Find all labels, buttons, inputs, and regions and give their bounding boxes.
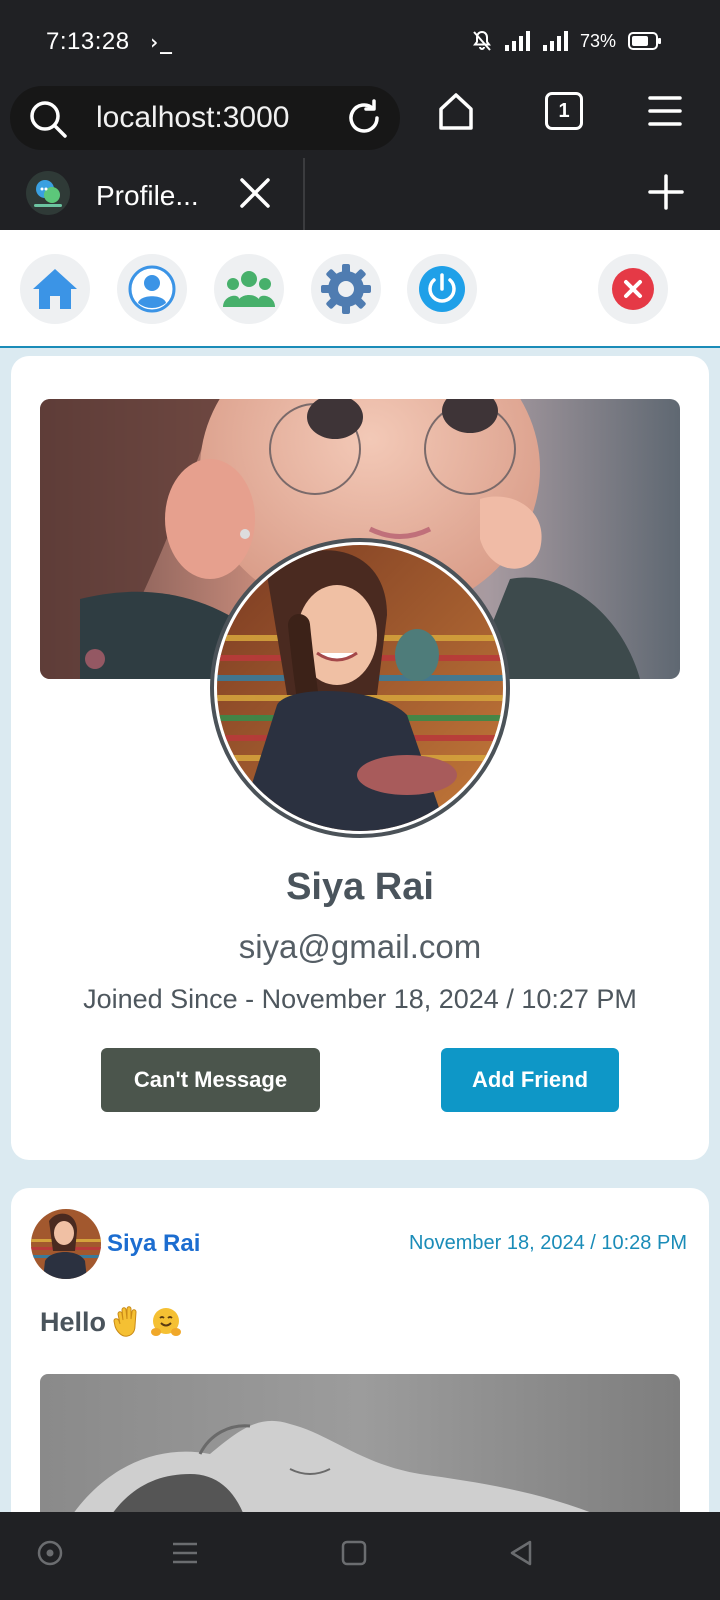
profile-icon: [128, 265, 176, 313]
status-bar: 7:13:28 ›_ 73%: [0, 0, 720, 80]
terminal-icon: ›_: [148, 30, 173, 54]
profile-card: Siya Rai siya@gmail.com Joined Since - N…: [11, 356, 709, 1160]
browser-home-icon[interactable]: [438, 92, 474, 132]
android-back-icon[interactable]: [508, 1540, 534, 1566]
menu-icon[interactable]: [648, 94, 682, 128]
android-home-icon[interactable]: [341, 1540, 367, 1566]
battery-percent: 73%: [579, 30, 616, 51]
tab-divider: [303, 158, 305, 230]
search-icon[interactable]: [28, 99, 68, 139]
settings-icon: [321, 264, 371, 314]
mute-bell-icon: [472, 30, 491, 51]
profile-button[interactable]: [117, 254, 187, 324]
tab-count-button[interactable]: 1: [545, 92, 583, 130]
profile-name: Siya Rai: [286, 866, 434, 908]
tab-strip: Profile...: [0, 158, 720, 230]
post-author-avatar[interactable]: [31, 1209, 101, 1279]
close-app-button[interactable]: [598, 254, 668, 324]
profile-joined-date: Joined Since - November 18, 2024 / 10:27…: [83, 984, 637, 1014]
add-friend-button[interactable]: Add Friend: [441, 1048, 619, 1112]
tab-title[interactable]: Profile...: [96, 180, 199, 212]
signal-2-icon: [542, 31, 568, 51]
new-tab-icon[interactable]: [648, 174, 684, 210]
post-image[interactable]: [40, 1374, 680, 1518]
profile-email: siya@gmail.com: [238, 928, 482, 965]
assistant-icon[interactable]: [37, 1540, 63, 1566]
close-icon: [612, 268, 654, 310]
home-button[interactable]: [20, 254, 90, 324]
post-author-name[interactable]: Siya Rai: [107, 1230, 200, 1258]
waving-hand-icon: [113, 1306, 137, 1337]
app-toolbar: [0, 230, 720, 348]
logout-button[interactable]: [407, 254, 477, 324]
recent-apps-icon[interactable]: [172, 1540, 198, 1566]
profile-avatar[interactable]: [210, 538, 510, 838]
status-time: 7:13:28: [46, 28, 130, 55]
cant-message-button[interactable]: Can't Message: [101, 1048, 320, 1112]
power-icon: [419, 266, 465, 312]
hugging-face-icon: [151, 1308, 182, 1336]
friends-icon: [223, 271, 275, 307]
battery-icon: [628, 32, 661, 50]
signal-icon: [504, 31, 530, 51]
friends-button[interactable]: [214, 254, 284, 324]
tab-favicon: [26, 171, 70, 215]
url-text[interactable]: localhost:3000: [96, 101, 289, 135]
post-date: November 18, 2024 / 10:28 PM: [409, 1232, 687, 1254]
browser-address-bar: localhost:3000 1: [0, 80, 720, 158]
post-card: Siya Rai November 18, 2024 / 10:28 PM He…: [11, 1188, 709, 1518]
post-text-content: Hello: [40, 1306, 107, 1337]
url-bar[interactable]: localhost:3000: [10, 86, 400, 150]
tab-close-icon[interactable]: [238, 176, 272, 210]
android-navigation-bar: [0, 1512, 720, 1600]
reload-icon[interactable]: [344, 98, 384, 138]
post-text: Hello: [40, 1306, 182, 1338]
home-icon: [33, 269, 77, 309]
settings-button[interactable]: [311, 254, 381, 324]
